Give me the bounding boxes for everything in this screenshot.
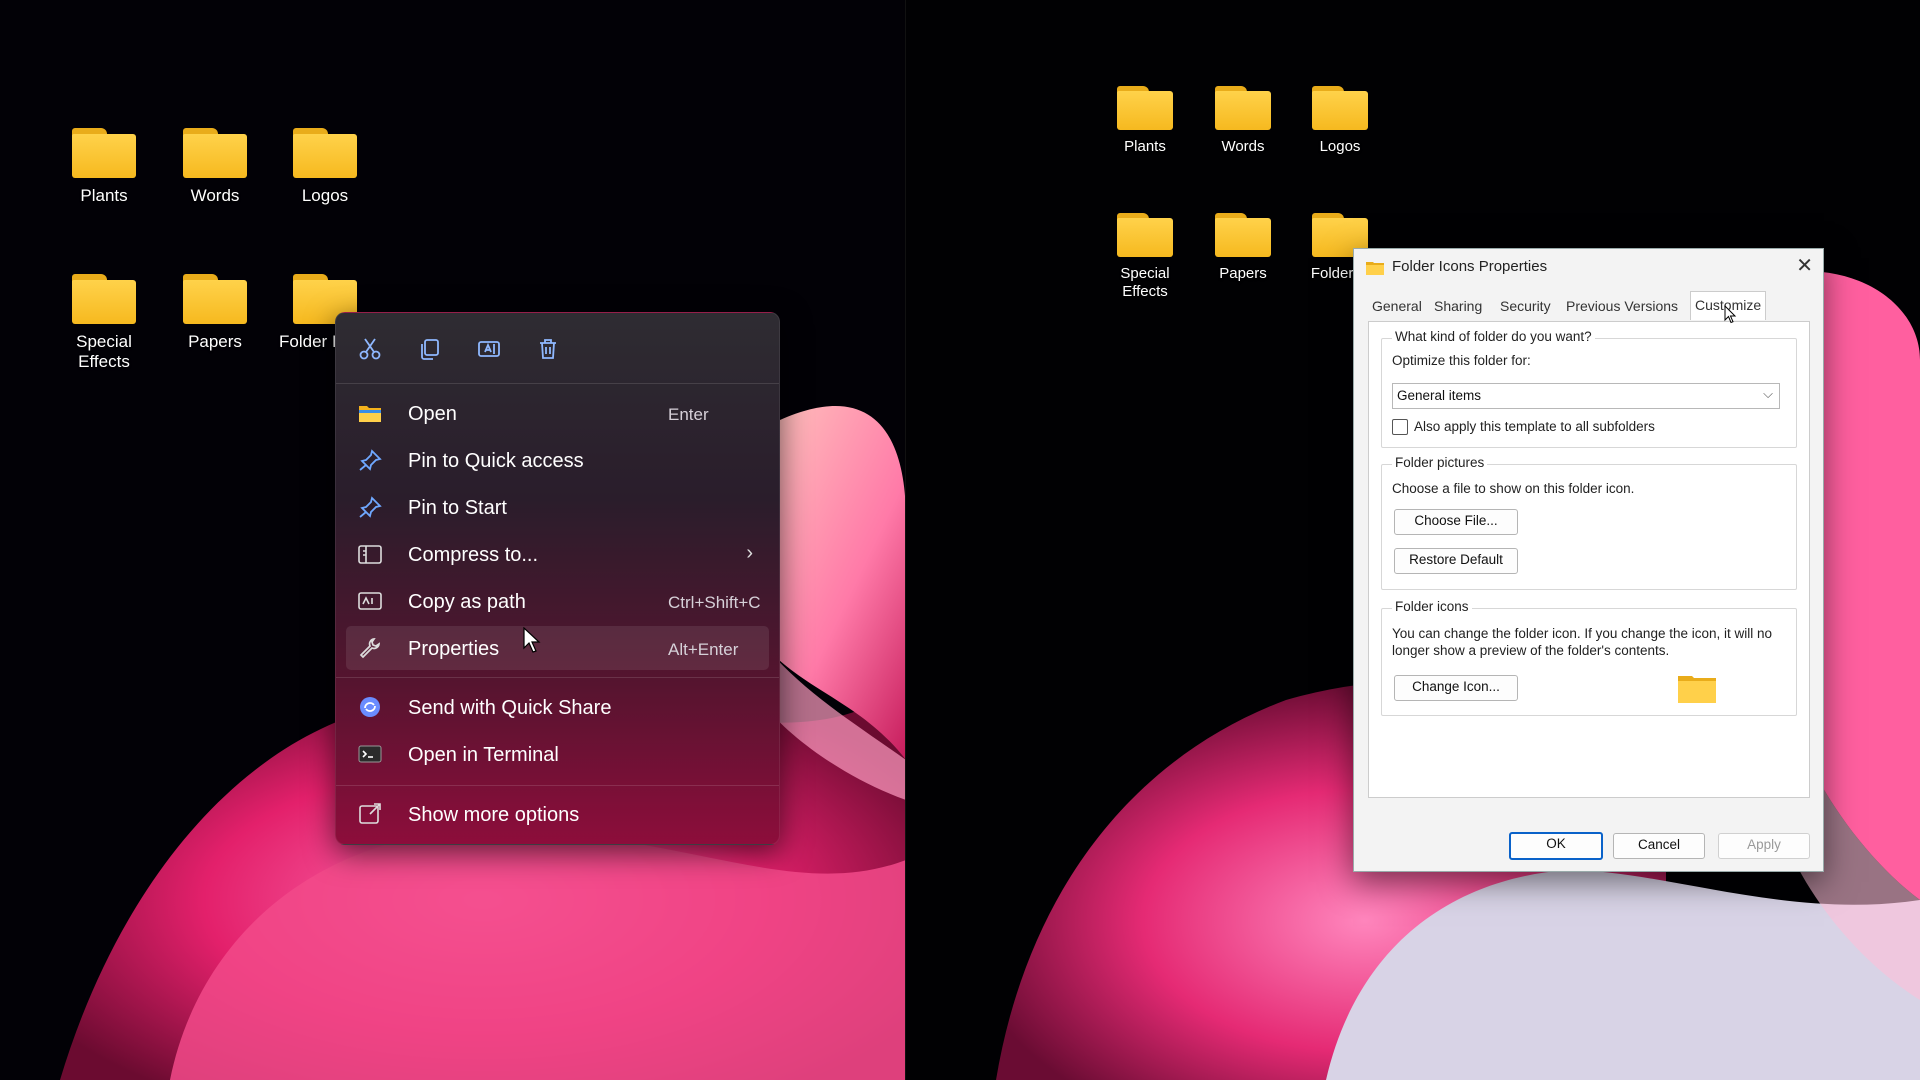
folder-icon: [1117, 213, 1173, 257]
menu-item-compress[interactable]: Compress to... ›: [346, 532, 769, 576]
delete-icon[interactable]: [534, 335, 562, 363]
menu-item-quick-share[interactable]: Send with Quick Share: [346, 685, 769, 729]
desktop-folder-papers[interactable]: Papers: [177, 274, 253, 352]
left-desktop: Plants Words Logos Special Effects Paper…: [0, 0, 906, 1080]
tab-sharing[interactable]: Sharing: [1430, 293, 1486, 319]
menu-item-open-terminal[interactable]: Open in Terminal: [346, 732, 769, 776]
customize-panel: What kind of folder do you want? Optimiz…: [1368, 321, 1810, 798]
context-menu: Open Enter Pin to Quick access Pin to St…: [335, 312, 780, 845]
more-options-icon: [358, 803, 382, 825]
desktop-folder-special-effects[interactable]: Special Effects: [1109, 213, 1181, 301]
restore-default-button[interactable]: Restore Default: [1394, 548, 1518, 574]
cut-icon[interactable]: [356, 335, 384, 363]
cancel-button[interactable]: Cancel: [1613, 833, 1705, 859]
menu-separator: [336, 677, 779, 678]
folder-icons-desc: You can change the folder icon. If you c…: [1392, 626, 1773, 658]
pin-icon: [358, 449, 382, 471]
optimize-select[interactable]: General items ⌵: [1392, 383, 1780, 409]
group-title: What kind of folder do you want?: [1392, 329, 1595, 344]
folder-icon: [183, 274, 247, 324]
apply-button[interactable]: Apply: [1718, 833, 1810, 859]
chevron-right-icon: ›: [746, 542, 753, 564]
dialog-title: Folder Icons Properties: [1392, 258, 1548, 275]
folder-preview-icon: [1678, 673, 1716, 703]
folder-icon: [358, 402, 382, 424]
pin-icon: [358, 496, 382, 518]
tab-security[interactable]: Security: [1496, 293, 1555, 319]
desktop-folder-logos[interactable]: Logos: [1304, 86, 1376, 156]
folder-icon: [293, 128, 357, 178]
folder-icon: [1312, 86, 1368, 130]
folder-pictures-desc: Choose a file to show on this folder ico…: [1392, 481, 1635, 496]
quick-share-icon: [358, 696, 382, 718]
copy-path-icon: [358, 590, 382, 612]
menu-item-properties[interactable]: Properties Alt+Enter: [346, 626, 769, 670]
optimize-label: Optimize this folder for:: [1392, 353, 1531, 368]
menu-item-open[interactable]: Open Enter: [346, 391, 769, 435]
group-title: Folder pictures: [1392, 455, 1488, 470]
tab-previous-versions[interactable]: Previous Versions: [1562, 293, 1682, 319]
rename-icon[interactable]: [475, 335, 503, 363]
folder-pictures-group: Folder pictures Choose a file to show on…: [1381, 455, 1797, 590]
change-icon-button[interactable]: Change Icon...: [1394, 675, 1518, 701]
mouse-cursor: [1724, 305, 1737, 324]
group-title: Folder icons: [1392, 599, 1472, 614]
menu-item-pin-start[interactable]: Pin to Start: [346, 485, 769, 529]
wrench-icon: [358, 637, 382, 659]
desktop-folder-words[interactable]: Words: [177, 128, 253, 206]
copy-icon[interactable]: [416, 335, 444, 363]
folder-icon: [1117, 86, 1173, 130]
menu-item-copy-as-path[interactable]: Copy as path Ctrl+Shift+C: [346, 579, 769, 623]
mouse-cursor: [523, 627, 541, 653]
context-menu-quick-actions: [336, 313, 779, 384]
folder-icon: [183, 128, 247, 178]
subfolders-label: Also apply this template to all subfolde…: [1414, 419, 1655, 434]
close-icon[interactable]: ✕: [1796, 253, 1813, 278]
chevron-down-icon: ⌵: [1763, 386, 1773, 401]
ok-button[interactable]: OK: [1509, 832, 1603, 860]
folder-icon: [1215, 213, 1271, 257]
menu-item-pin-quick-access[interactable]: Pin to Quick access: [346, 438, 769, 482]
desktop-folder-plants[interactable]: Plants: [1109, 86, 1181, 156]
dialog-tabs: General Sharing Security Previous Versio…: [1368, 291, 1808, 321]
folder-icon: [72, 128, 136, 178]
folder-icon: [1366, 260, 1384, 275]
tab-general[interactable]: General: [1368, 293, 1426, 319]
choose-file-button[interactable]: Choose File...: [1394, 509, 1518, 535]
desktop-folder-papers[interactable]: Papers: [1207, 213, 1279, 283]
desktop-folder-plants[interactable]: Plants: [66, 128, 142, 206]
menu-item-show-more-options[interactable]: Show more options: [346, 792, 769, 836]
folder-icons-group: Folder icons You can change the folder i…: [1381, 599, 1797, 716]
terminal-icon: [358, 743, 382, 765]
folder-type-group: What kind of folder do you want? Optimiz…: [1381, 329, 1797, 448]
desktop-folder-logos[interactable]: Logos: [287, 128, 363, 206]
folder-icon: [1215, 86, 1271, 130]
desktop-folder-words[interactable]: Words: [1207, 86, 1279, 156]
compress-icon: [358, 543, 382, 565]
folder-properties-dialog: Folder Icons Properties ✕ General Sharin…: [1353, 248, 1824, 872]
menu-separator: [336, 785, 779, 786]
folder-icon: [72, 274, 136, 324]
desktop-folder-special-effects[interactable]: Special Effects: [66, 274, 142, 372]
subfolders-checkbox[interactable]: [1392, 419, 1408, 435]
